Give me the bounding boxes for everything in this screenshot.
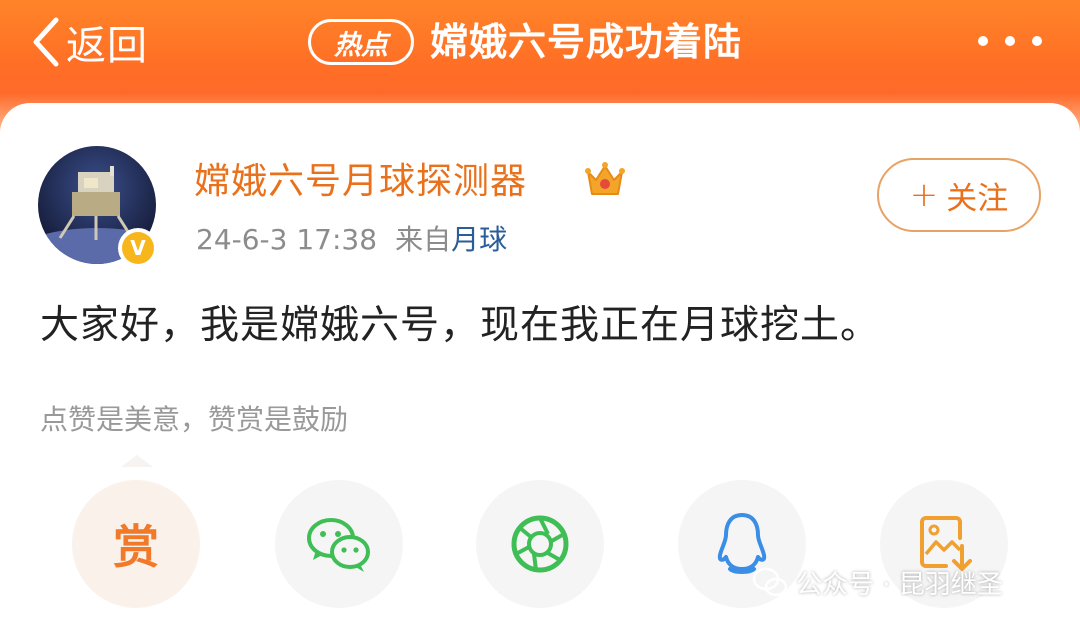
reward-label: 赏	[113, 520, 159, 574]
more-icon	[978, 36, 988, 46]
share-moments-button[interactable]	[476, 480, 604, 608]
follow-label: 关注	[946, 180, 1009, 217]
more-button[interactable]	[978, 22, 1042, 60]
watermark: 公众号 · 昆羽继圣	[752, 562, 1003, 602]
verified-icon: V	[118, 228, 158, 268]
back-chevron-icon	[33, 17, 59, 67]
plus-icon: +	[909, 175, 939, 215]
post-timestamp: 24-6-3 17:38	[196, 223, 378, 256]
follow-button[interactable]: + 关注	[877, 158, 1041, 232]
tip-pointer	[121, 455, 153, 467]
wechat-watermark-icon	[752, 567, 788, 597]
moments-icon	[511, 515, 569, 573]
verified-mark: V	[122, 232, 154, 264]
crown-icon	[585, 162, 625, 195]
post-source-prefix: 来自	[395, 223, 452, 256]
wechat-icon	[307, 518, 370, 572]
watermark-text: 公众号 · 昆羽继圣	[796, 569, 1003, 600]
back-button[interactable]: 返回	[28, 14, 148, 70]
reward-tip: 点赞是美意，赞赏是鼓励	[40, 403, 349, 436]
post-source[interactable]: 月球	[451, 223, 507, 256]
post-content: 大家好，我是嫦娥六号，现在我正在月球挖土。	[40, 303, 881, 348]
page-title: 嫦娥六号成功着陆	[430, 20, 743, 64]
username[interactable]: 嫦娥六号月球探测器	[194, 156, 527, 208]
share-wechat-button[interactable]	[275, 480, 403, 608]
reward-button[interactable]: 赏	[72, 480, 200, 608]
back-label: 返回	[66, 23, 148, 69]
hot-badge: 热点	[308, 19, 414, 65]
post-meta: 24-6-3 17:38 来自月球	[196, 218, 507, 262]
